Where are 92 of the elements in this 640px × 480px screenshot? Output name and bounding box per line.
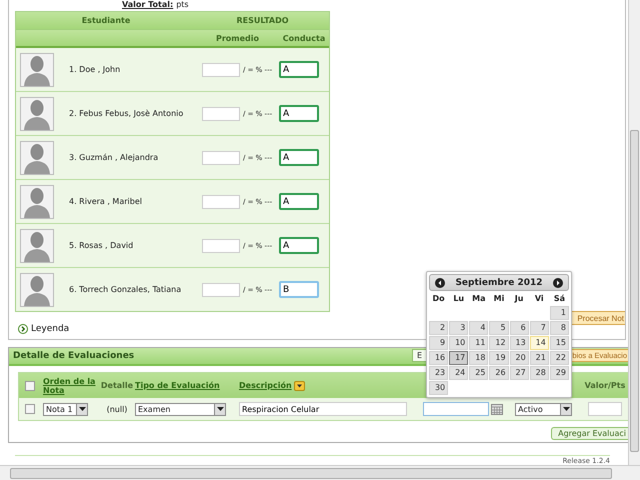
day-cell[interactable]: 21 [530,351,549,365]
day-cell[interactable]: 8 [550,321,569,335]
day-cell[interactable]: 9 [429,336,448,350]
checkbox[interactable] [25,404,35,414]
day-cell[interactable]: 2 [429,321,448,335]
conduct-input[interactable]: B [279,281,319,298]
expand-icon[interactable] [18,324,28,334]
day-cell[interactable]: 28 [530,366,549,380]
day-cell[interactable]: 30 [429,381,448,395]
checkbox[interactable] [25,380,35,390]
previous-icon[interactable] [435,278,445,288]
day-cell[interactable]: 5 [489,321,509,335]
day-cell[interactable]: 23 [429,366,448,380]
status-select[interactable]: Activo [515,402,572,416]
student-name: 2. Febus Febus, Josè Antonio [68,109,184,118]
weekday-label: Ma [471,293,487,305]
weekday-label: Do [432,293,446,305]
total-label: Valor Total: [122,0,174,11]
horizontal-scrollbar[interactable] [0,465,640,480]
total-value: pts [176,0,189,11]
caret-icon [562,407,570,411]
day-cell[interactable]: 24 [449,366,468,380]
scroll-thumb[interactable] [630,130,639,452]
student-name: 5. Rosas , David [68,241,134,250]
column-header: Detalle [100,381,134,390]
conduct-input[interactable]: A [279,237,319,254]
column-header: RESULTADO [235,16,290,25]
student-name: 1. Doe , John [68,65,122,74]
column-header: Promedio [214,34,260,42]
day-cell[interactable]: 19 [489,351,509,365]
day-cell[interactable]: 20 [510,351,529,365]
weekday-label: Mi [492,293,506,305]
value-input[interactable] [588,402,622,416]
average-input[interactable] [202,150,240,164]
description-input[interactable]: Respiracion Celular [239,402,407,416]
column-header: Estudiante [80,16,132,25]
order-select[interactable]: Nota 1 [43,402,88,416]
column-header[interactable]: Descripción [239,381,292,390]
day-cell[interactable]: 1 [550,306,569,320]
average-input[interactable] [202,282,240,296]
day-cell[interactable]: 15 [550,336,569,350]
vertical-scrollbar[interactable] [628,0,640,465]
weekday-label: Ju [513,293,524,305]
type-select[interactable]: Examen [135,402,226,416]
average-input[interactable] [202,106,240,120]
weekday-label: Lu [452,293,466,305]
conduct-input[interactable]: A [279,149,319,166]
day-cell[interactable]: 13 [510,336,529,350]
day-cell[interactable]: 18 [469,351,488,365]
sort-icon[interactable] [294,380,305,390]
add-evaluation-button[interactable]: Agregar Evaluaci [551,427,628,440]
day-cell[interactable]: 10 [449,336,468,350]
conduct-input[interactable]: A [279,105,319,122]
average-input[interactable] [202,238,240,252]
weekday-label: Vi [534,293,545,305]
day-cell[interactable]: 17 [449,351,468,365]
legend-link[interactable]: Leyenda [31,324,70,334]
day-cell[interactable]: 4 [469,321,488,335]
student-name: 4. Rivera , Maribel [68,197,143,206]
header-button[interactable]: E [412,349,428,362]
average-input[interactable] [202,62,240,76]
weekday-label: Sá [552,293,566,305]
detail-text: (null) [106,404,128,414]
date-input[interactable] [423,402,489,416]
conduct-input[interactable]: A [279,193,319,210]
day-cell[interactable]: 6 [510,321,529,335]
column-header[interactable]: Tipo de Evaluación [135,381,239,390]
day-cell[interactable]: 7 [530,321,549,335]
month-title: Septiembre 2012 [455,278,543,288]
calendar-icon[interactable] [491,404,503,414]
conduct-input[interactable]: A [279,61,319,78]
panel-title: Detalle de Evaluaciones [12,351,134,361]
day-cell[interactable]: 25 [469,366,488,380]
caret-icon [78,407,86,411]
day-cell[interactable]: 16 [429,351,448,365]
day-cell[interactable]: 3 [449,321,468,335]
student-name: 3. Guzmán , Alejandra [68,153,160,162]
next-icon[interactable] [552,278,563,288]
column-header: Valor/Pts [584,381,626,390]
student-name: 6. Torrech Gonzales, Tatiana [68,285,182,294]
day-cell[interactable]: 29 [550,366,569,380]
day-cell[interactable]: 22 [550,351,569,365]
day-cell[interactable]: 26 [489,366,509,380]
caret-icon [216,407,224,411]
average-input[interactable] [202,194,240,208]
column-header[interactable]: Orden de la Nota [43,376,99,394]
scroll-thumb[interactable] [10,468,612,479]
day-cell[interactable]: 27 [510,366,529,380]
day-cell[interactable]: 12 [489,336,509,350]
day-cell[interactable]: 11 [469,336,488,350]
day-cell[interactable]: 14 [530,336,549,350]
column-header: Conducta [282,34,326,42]
